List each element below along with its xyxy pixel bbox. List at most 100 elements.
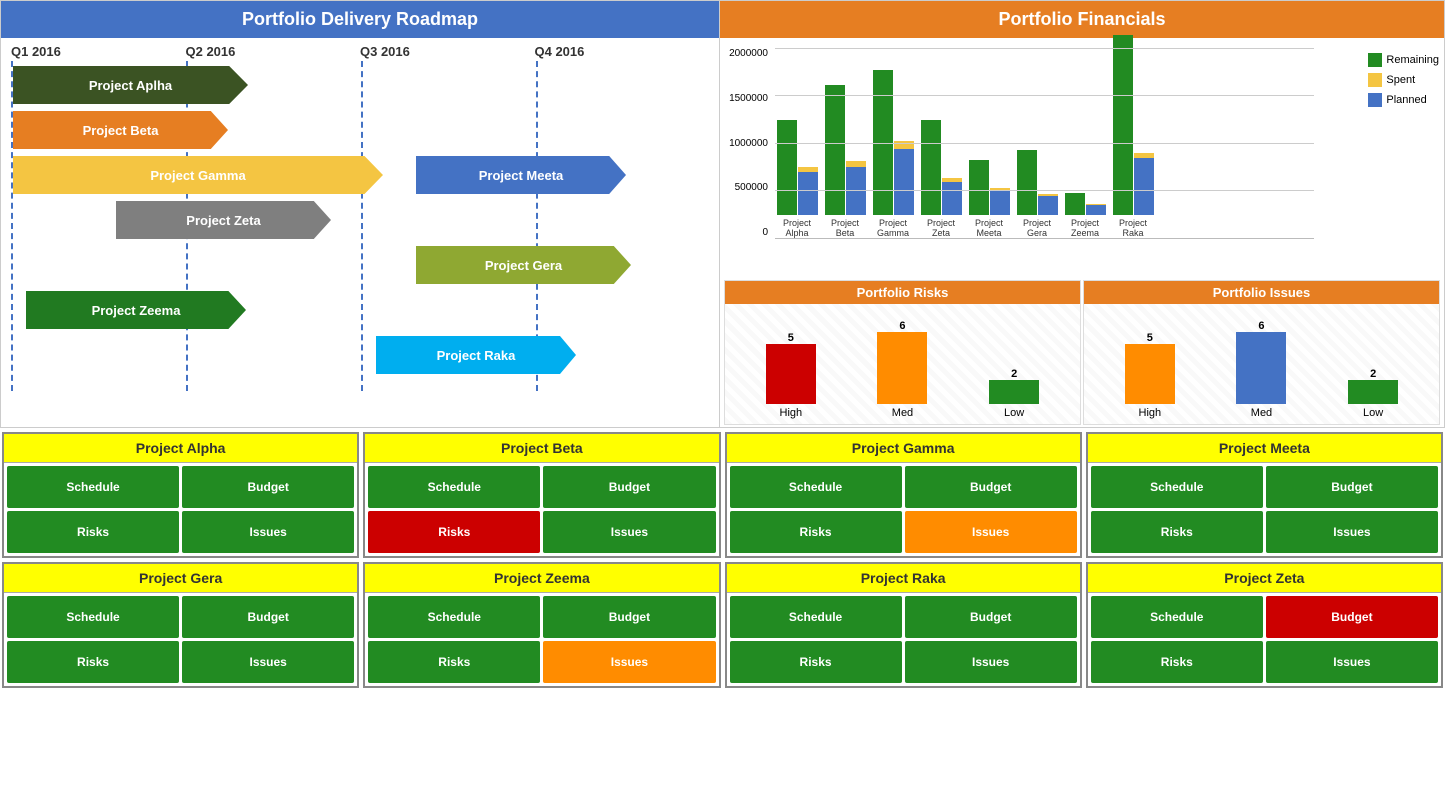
card-gamma-grid: Schedule Budget Risks Issues [727, 463, 1080, 556]
risks-issues-row: Portfolio Risks 5 High 6 Med [724, 280, 1440, 425]
project-alpha-arrow: Project Aplha [13, 66, 248, 104]
card-gera: Project Gera Schedule Budget Risks Issue… [2, 562, 359, 688]
legend-planned: Planned [1368, 93, 1439, 107]
alpha-risks: Risks [7, 511, 179, 553]
gamma-budget: Budget [905, 466, 1077, 508]
issues-header: Portfolio Issues [1084, 281, 1439, 304]
alpha-issues: Issues [182, 511, 354, 553]
legend-remaining: Remaining [1368, 53, 1439, 67]
project-gamma-arrow: Project Gamma [13, 156, 383, 194]
meeta-issues: Issues [1266, 511, 1438, 553]
issues-body: 5 High 6 Med 2 [1084, 304, 1439, 424]
alpha-budget: Budget [182, 466, 354, 508]
issues-box: Portfolio Issues 5 High 6 Med [1083, 280, 1440, 425]
card-gamma-header: Project Gamma [727, 434, 1080, 463]
main-container: Portfolio Delivery Roadmap Q1 2016 Q2 20… [0, 0, 1445, 690]
card-zeema-header: Project Zeema [365, 564, 718, 593]
q2-label: Q2 2016 [186, 44, 361, 59]
issues-high: 5 High [1125, 332, 1175, 419]
financials-chart: 2000000 1500000 1000000 500000 0 [720, 38, 1444, 278]
raka-risks: Risks [730, 641, 902, 683]
q1-label: Q1 2016 [11, 44, 186, 59]
bar-zeta: ProjectZeta [919, 120, 963, 238]
roadmap-title: Portfolio Delivery Roadmap [1, 1, 719, 38]
meeta-schedule: Schedule [1091, 466, 1263, 508]
card-beta-header: Project Beta [365, 434, 718, 463]
project-raka-arrow: Project Raka [376, 336, 576, 374]
q3-line [361, 61, 363, 391]
risks-header: Portfolio Risks [725, 281, 1080, 304]
chart-legend: Remaining Spent Planned [1368, 53, 1439, 107]
zeema-schedule: Schedule [368, 596, 540, 638]
card-alpha: Project Alpha Schedule Budget Risks Issu… [2, 432, 359, 558]
financials-section: Portfolio Financials 2000000 1500000 100… [720, 0, 1445, 428]
gamma-issues: Issues [905, 511, 1077, 553]
project-zeema-arrow: Project Zeema [26, 291, 246, 329]
bar-gera: ProjectGera [1015, 150, 1059, 238]
y-axis: 2000000 1500000 1000000 500000 0 [720, 48, 772, 238]
card-alpha-grid: Schedule Budget Risks Issues [4, 463, 357, 556]
raka-schedule: Schedule [730, 596, 902, 638]
meeta-risks: Risks [1091, 511, 1263, 553]
gamma-schedule: Schedule [730, 466, 902, 508]
gera-budget: Budget [182, 596, 354, 638]
card-zeema: Project Zeema Schedule Budget Risks Issu… [363, 562, 720, 688]
card-beta: Project Beta Schedule Budget Risks Issue… [363, 432, 720, 558]
roadmap-body: Project Aplha Project Beta Project Gamma… [1, 61, 719, 391]
top-section: Portfolio Delivery Roadmap Q1 2016 Q2 20… [0, 0, 1445, 428]
zeema-risks: Risks [368, 641, 540, 683]
risks-high: 5 High [766, 332, 816, 419]
zeema-budget: Budget [543, 596, 715, 638]
card-gamma: Project Gamma Schedule Budget Risks Issu… [725, 432, 1082, 558]
card-alpha-header: Project Alpha [4, 434, 357, 463]
project-gera-arrow: Project Gera [416, 246, 631, 284]
gera-risks: Risks [7, 641, 179, 683]
card-raka-header: Project Raka [727, 564, 1080, 593]
card-zeta-grid: Schedule Budget Risks Issues [1088, 593, 1441, 686]
beta-budget: Budget [543, 466, 715, 508]
raka-budget: Budget [905, 596, 1077, 638]
issues-low: 2 Low [1348, 368, 1398, 419]
card-meeta: Project Meeta Schedule Budget Risks Issu… [1086, 432, 1443, 558]
project-beta-arrow: Project Beta [13, 111, 228, 149]
card-zeta-header: Project Zeta [1088, 564, 1441, 593]
bar-zeema: ProjectZeema [1063, 193, 1107, 238]
project-row-2: Project Gera Schedule Budget Risks Issue… [0, 560, 1445, 690]
bar-beta: ProjectBeta [823, 85, 867, 238]
bar-raka: ProjectRaka [1111, 35, 1155, 238]
bottom-section: Project Alpha Schedule Budget Risks Issu… [0, 430, 1445, 690]
card-zeta: Project Zeta Schedule Budget Risks Issue… [1086, 562, 1443, 688]
q1-line [11, 61, 13, 391]
legend-spent: Spent [1368, 73, 1439, 87]
gera-issues: Issues [182, 641, 354, 683]
zeta-risks: Risks [1091, 641, 1263, 683]
project-row-1: Project Alpha Schedule Budget Risks Issu… [0, 430, 1445, 560]
zeta-budget: Budget [1266, 596, 1438, 638]
card-beta-grid: Schedule Budget Risks Issues [365, 463, 718, 556]
roadmap-section: Portfolio Delivery Roadmap Q1 2016 Q2 20… [0, 0, 720, 428]
project-zeta-arrow: Project Zeta [116, 201, 331, 239]
beta-schedule: Schedule [368, 466, 540, 508]
bar-alpha: ProjectAlpha [775, 120, 819, 238]
risks-box: Portfolio Risks 5 High 6 Med [724, 280, 1081, 425]
zeta-schedule: Schedule [1091, 596, 1263, 638]
card-zeema-grid: Schedule Budget Risks Issues [365, 593, 718, 686]
beta-risks: Risks [368, 511, 540, 553]
card-raka-grid: Schedule Budget Risks Issues [727, 593, 1080, 686]
project-meeta-arrow: Project Meeta [416, 156, 626, 194]
risks-med: 6 Med [877, 320, 927, 419]
risks-body: 5 High 6 Med 2 [725, 304, 1080, 424]
issues-med: 6 Med [1236, 320, 1286, 419]
bar-meeta: ProjectMeeta [967, 160, 1011, 238]
meeta-budget: Budget [1266, 466, 1438, 508]
zeema-issues: Issues [543, 641, 715, 683]
raka-issues: Issues [905, 641, 1077, 683]
beta-issues: Issues [543, 511, 715, 553]
q4-label: Q4 2016 [535, 44, 710, 59]
card-raka: Project Raka Schedule Budget Risks Issue… [725, 562, 1082, 688]
card-gera-grid: Schedule Budget Risks Issues [4, 593, 357, 686]
financials-title: Portfolio Financials [720, 1, 1444, 38]
q3-label: Q3 2016 [360, 44, 535, 59]
bar-alpha-remaining [777, 120, 797, 215]
alpha-schedule: Schedule [7, 466, 179, 508]
